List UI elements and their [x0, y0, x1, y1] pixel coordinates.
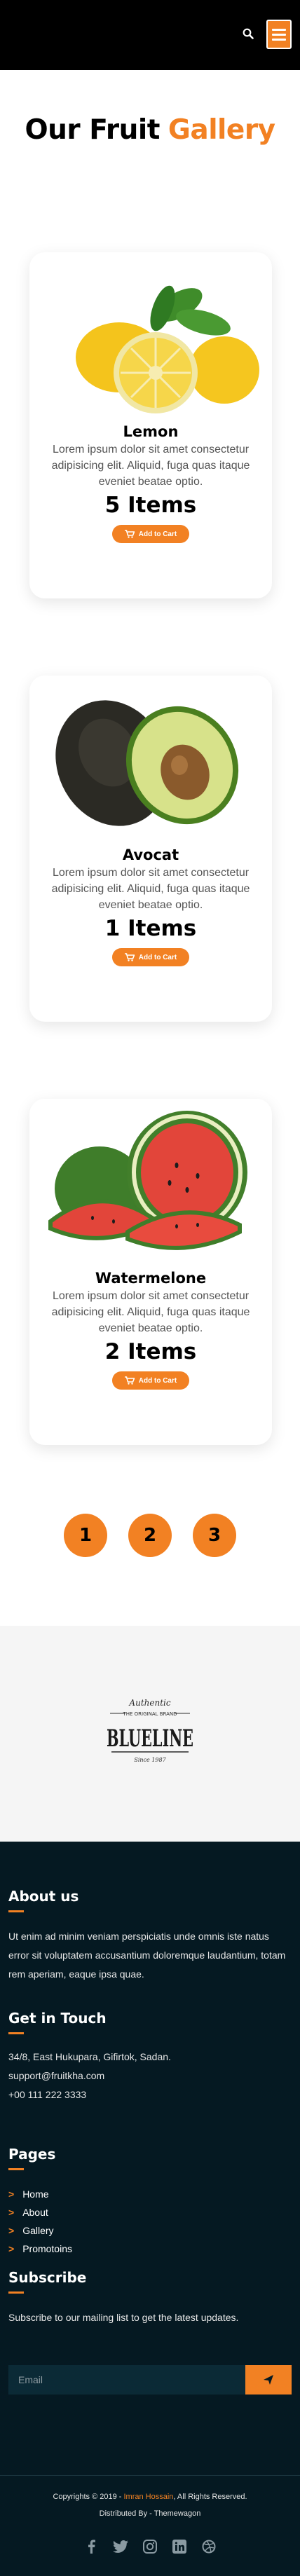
chevron-right-icon: >: [8, 2225, 15, 2236]
add-to-cart-label: Add to Cart: [138, 953, 177, 961]
add-to-cart-button[interactable]: Add to Cart: [111, 525, 190, 543]
subscribe-title: Subscribe: [8, 2269, 87, 2286]
product-description: Lorem ipsum dolor sit amet consectetur a…: [51, 444, 250, 488]
product-name: Watermelone: [95, 1270, 207, 1287]
email-input[interactable]: [8, 2365, 245, 2395]
title-underline: [8, 2032, 24, 2034]
copyright-author-link[interactable]: Imran Hossain: [123, 2493, 173, 2501]
hamburger-menu-icon: [272, 28, 286, 31]
page-1-button[interactable]: 1: [64, 1514, 107, 1557]
get-in-touch-title: Get in Touch: [8, 2010, 107, 2027]
search-button[interactable]: [240, 25, 257, 42]
section-title-main: Our Fruit: [25, 114, 160, 146]
brand-logo-strip: Authentic THE ORIGINAL BRAND BLUELINE Si…: [0, 1626, 300, 1842]
about-text: Ut enim ad minim veniam perspiciatis und…: [8, 1931, 286, 1980]
cart-icon: [124, 530, 135, 538]
dribbble-icon[interactable]: [201, 2539, 217, 2554]
cart-icon: [124, 1376, 135, 1385]
about-title: About us: [8, 1888, 79, 1905]
product-description: Lorem ipsum dolor sit amet consectetur a…: [51, 1290, 250, 1334]
pages-list: > Home > About > Gallery > Promotoins: [8, 2185, 72, 2258]
contact-phone: +00 111 222 3333: [8, 2089, 87, 2100]
page-3-button[interactable]: 3: [193, 1514, 236, 1557]
product-name: Lemon: [123, 423, 179, 440]
chevron-right-icon: >: [8, 2207, 15, 2218]
section-title: Our Fruit Gallery: [0, 70, 300, 189]
send-button[interactable]: [245, 2365, 292, 2395]
footer: About us Ut enim ad minim veniam perspic…: [0, 1842, 300, 2475]
add-to-cart-label: Add to Cart: [138, 530, 177, 538]
section-title-accent: Gallery: [168, 114, 275, 146]
copyright: Copyrights © 2019 - Imran Hossain, All R…: [0, 2493, 300, 2501]
product-card-watermelone: Watermelone Lorem ipsum dolor sit amet c…: [29, 1099, 272, 1445]
hamburger-line: [272, 38, 286, 41]
distributed-by: Distributed By - Themewagon: [99, 2509, 201, 2518]
pagination: 1 2 3: [0, 1514, 300, 1557]
add-to-cart-label: Add to Cart: [138, 1376, 177, 1385]
pages-link-label: Home: [22, 2188, 49, 2200]
avocado-image: [29, 676, 272, 841]
footer-bottom: Copyrights © 2019 - Imran Hossain, All R…: [0, 2475, 300, 2576]
twitter-icon[interactable]: [113, 2539, 128, 2554]
pages-link-home[interactable]: > Home: [8, 2185, 72, 2203]
chevron-right-icon: >: [8, 2188, 15, 2200]
chevron-right-icon: >: [8, 2243, 15, 2254]
title-underline: [8, 1910, 24, 1912]
pages-link-label: Gallery: [22, 2225, 54, 2236]
pages-link-promotions[interactable]: > Promotoins: [8, 2240, 72, 2258]
product-card-avocat: Avocat Lorem ipsum dolor sit amet consec…: [29, 676, 272, 1022]
paper-plane-icon: [264, 2375, 273, 2385]
title-underline: [8, 2291, 24, 2294]
svg-text:THE ORIGINAL BRAND: THE ORIGINAL BRAND: [122, 1711, 177, 1717]
page-2-button[interactable]: 2: [128, 1514, 172, 1557]
add-to-cart-button[interactable]: Add to Cart: [111, 948, 190, 966]
subscribe-form: [8, 2365, 292, 2395]
blueline-logo: Authentic THE ORIGINAL BRAND BLUELINE Si…: [107, 1698, 193, 1763]
facebook-icon[interactable]: [83, 2539, 99, 2554]
pages-link-label: About: [22, 2207, 48, 2218]
contact-email: support@fruitkha.com: [8, 2070, 105, 2081]
product-name: Avocat: [122, 847, 179, 863]
pages-link-gallery[interactable]: > Gallery: [8, 2221, 72, 2240]
contact-address: 34/8, East Hukupara, Gifirtok, Sadan.: [8, 2051, 171, 2062]
copyright-prefix: Copyrights © 2019 -: [53, 2493, 124, 2501]
product-description: Lorem ipsum dolor sit amet consectetur a…: [51, 867, 250, 911]
search-icon: [243, 28, 254, 39]
subscribe-text: Subscribe to our mailing list to get the…: [8, 2312, 239, 2323]
svg-text:Since 1987: Since 1987: [134, 1757, 166, 1763]
social-links: [0, 2539, 300, 2554]
svg-text:BLUELINE: BLUELINE: [107, 1725, 193, 1753]
pages-title: Pages: [8, 2146, 56, 2163]
copyright-suffix: , All Rights Reserved.: [173, 2493, 247, 2501]
product-quantity: 1 Items: [104, 916, 197, 941]
cart-icon: [124, 953, 135, 961]
svg-text:Authentic: Authentic: [128, 1698, 170, 1708]
product-card-lemon: Lemon Lorem ipsum dolor sit amet consect…: [29, 252, 272, 598]
product-quantity: 5 Items: [104, 493, 197, 518]
hamburger-line: [272, 33, 286, 36]
top-navbar: [0, 0, 300, 70]
product-quantity: 2 Items: [104, 1339, 197, 1364]
hamburger-menu-button[interactable]: [266, 20, 292, 49]
lemon-image: [29, 252, 272, 418]
instagram-icon[interactable]: [142, 2539, 158, 2554]
linkedin-icon[interactable]: [172, 2539, 187, 2554]
title-underline: [8, 2168, 24, 2170]
add-to-cart-button[interactable]: Add to Cart: [111, 1371, 190, 1390]
pages-link-about[interactable]: > About: [8, 2203, 72, 2221]
pages-link-label: Promotoins: [22, 2243, 72, 2254]
watermelon-image: [29, 1099, 272, 1264]
